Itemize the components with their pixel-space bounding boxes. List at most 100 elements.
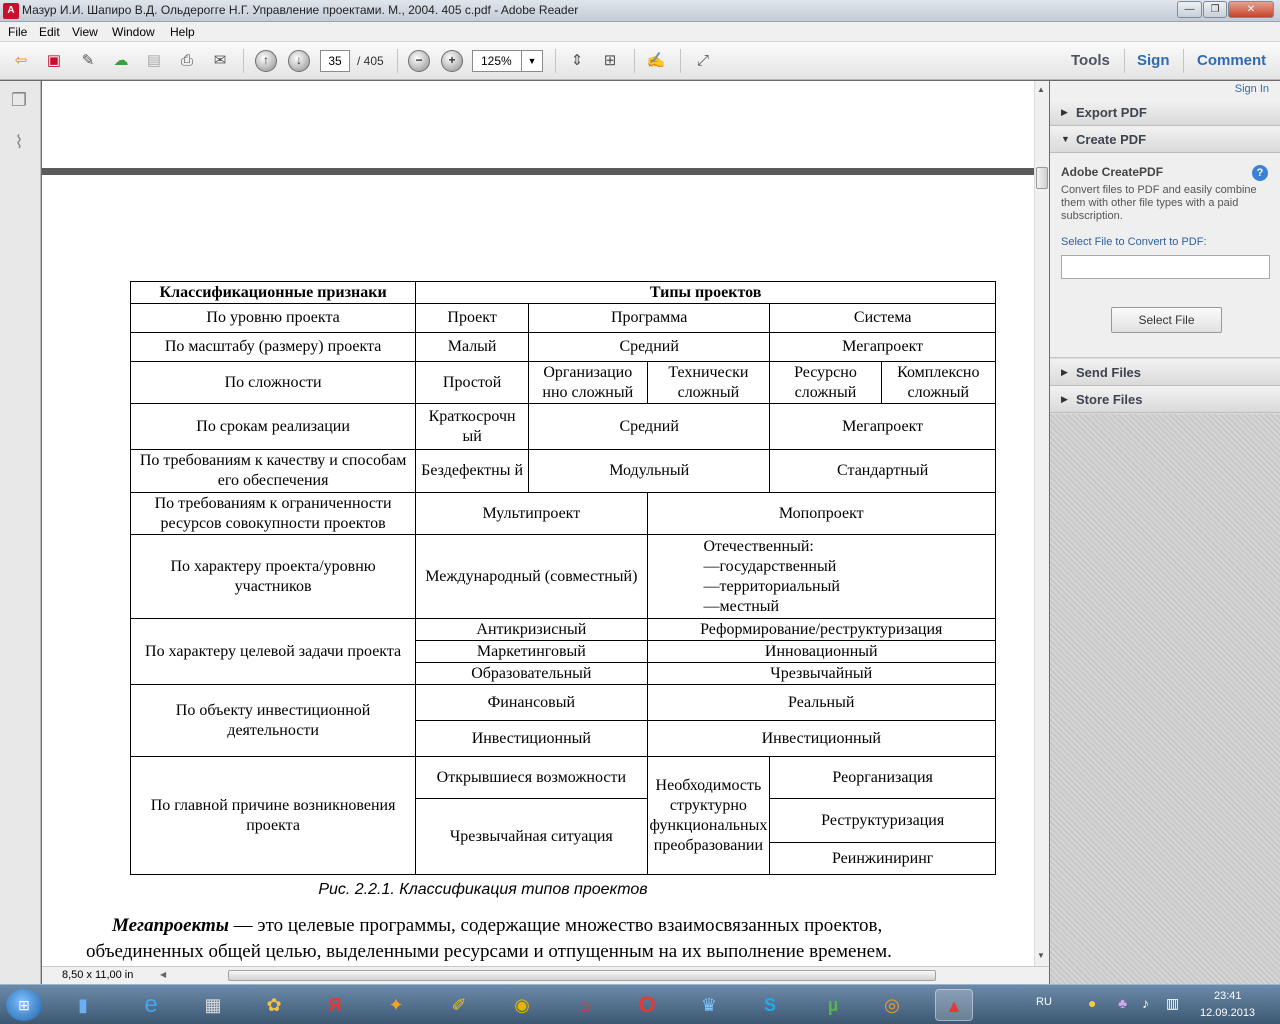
winamp-icon[interactable]: ✦ (377, 989, 415, 1021)
zoom-input[interactable]: 125% (472, 50, 522, 72)
document-view[interactable]: Классификационные признаки Типы проектов… (42, 81, 1034, 966)
upload-cloud-icon[interactable]: ☁ (110, 50, 132, 72)
table-cell: Модульный (528, 449, 771, 493)
crown-app-icon[interactable]: ♛ (690, 989, 728, 1021)
clock-date[interactable]: 12.09.2013 (1200, 1007, 1255, 1019)
horizontal-scrollbar-thumb[interactable] (228, 970, 936, 981)
send-files-section[interactable]: ▶ Send Files (1050, 359, 1280, 386)
home-app-icon[interactable]: ⌂ (566, 989, 604, 1021)
tools-pane: Sign In ▶ Export PDF ▼ Create PDF Adobe … (1050, 81, 1280, 984)
expand-icon: ▶ (1061, 394, 1068, 404)
section-label: Store Files (1076, 392, 1143, 407)
table-cell: Чрезвычайный (646, 662, 996, 685)
menu-help[interactable]: Help (170, 25, 195, 39)
opera-icon[interactable]: O (628, 989, 666, 1021)
next-page-icon[interactable]: ↓ (288, 50, 310, 72)
table-cell: По требованиям к качеству и способам его… (129, 449, 417, 493)
create-pdf-icon[interactable]: ▣ (43, 50, 65, 72)
utorrent-icon[interactable]: µ (814, 989, 852, 1021)
close-button[interactable]: ✕ (1228, 1, 1274, 18)
pencil-app-icon[interactable]: ✐ (440, 989, 478, 1021)
table-cell: Инвестиционный (646, 720, 996, 757)
scrollbar-thumb[interactable] (1036, 167, 1048, 189)
toolbar-divider (555, 49, 556, 73)
menu-bar: File Edit View Window Help (0, 22, 1280, 42)
email-icon[interactable]: ✉ (209, 50, 231, 72)
table-cell: По характеру целевой задачи проекта (129, 618, 417, 685)
table-cell: Образовательный (415, 662, 648, 685)
store-files-section[interactable]: ▶ Store Files (1050, 386, 1280, 413)
section-label: Create PDF (1076, 132, 1147, 147)
internet-explorer-icon[interactable]: e (132, 989, 170, 1021)
export-pdf-section[interactable]: ▶ Export PDF (1050, 99, 1280, 126)
table-cell: Средний (528, 403, 771, 450)
vertical-scrollbar[interactable]: ▲ ▼ (1034, 81, 1049, 966)
table-cell: Финансовый (415, 684, 648, 721)
page-number-input[interactable]: 35 (320, 50, 350, 72)
table-cell: По характеру проекта/уровню участников (129, 534, 417, 619)
skype-icon[interactable]: S (751, 989, 789, 1021)
status-bar: 8,50 x 11,00 in ◀ (42, 966, 1049, 984)
panel-background (1050, 414, 1280, 984)
toolbar-divider (634, 49, 635, 73)
table-cell: Реформирование/реструктуризация (646, 618, 996, 641)
scroll-down-icon[interactable]: ▼ (1037, 951, 1045, 960)
page-separator (42, 168, 1034, 175)
tools-button[interactable]: Tools (1071, 52, 1110, 69)
paint-icon[interactable]: ✿ (255, 989, 293, 1021)
volume-icon[interactable]: ♪ (1142, 995, 1149, 1011)
comment-button[interactable]: Comment (1197, 52, 1266, 69)
expand-icon: ▶ (1061, 107, 1068, 117)
toolbar-divider (1124, 49, 1125, 73)
media-app-icon[interactable]: ◎ (873, 989, 911, 1021)
maximize-button[interactable]: ❐ (1203, 1, 1227, 18)
edit-icon[interactable]: ✎ (77, 50, 99, 72)
table-cell: Реорганизация (769, 756, 996, 799)
scroll-up-icon[interactable]: ▲ (1037, 85, 1045, 94)
navigation-pane: ❐ ⌇ (0, 81, 41, 984)
clock-time[interactable]: 23:41 (1214, 990, 1242, 1002)
table-cell: По сложности (129, 361, 417, 404)
page-thumbnails-icon[interactable]: ❐ (8, 90, 30, 112)
table-cell: По срокам реализации (129, 403, 417, 450)
fit-page-icon[interactable]: ⊞ (599, 50, 621, 72)
select-file-button[interactable]: Select File (1111, 307, 1222, 333)
zoom-dropdown-icon[interactable]: ▼ (521, 50, 543, 72)
table-cell: Открывшиеся возможности (415, 756, 648, 799)
full-screen-icon[interactable]: ⤢ (692, 50, 714, 72)
open-icon[interactable]: ⇦ (10, 50, 32, 72)
sign-button[interactable]: Sign (1137, 52, 1170, 69)
scroll-left-icon[interactable]: ◀ (160, 970, 166, 979)
list-item: Отечественный: (703, 537, 814, 555)
menu-window[interactable]: Window (112, 25, 155, 39)
table-cell: Мегапроект (769, 403, 996, 450)
tray-app-icon[interactable]: ● (1088, 995, 1096, 1011)
calculator-icon[interactable]: ▦ (194, 989, 232, 1021)
toolbar-divider (1183, 49, 1184, 73)
minimize-button[interactable]: — (1177, 1, 1202, 18)
language-indicator[interactable]: RU (1036, 996, 1052, 1008)
explorer-icon[interactable]: ▮ (64, 989, 102, 1021)
create-pdf-section[interactable]: ▼ Create PDF (1050, 126, 1280, 153)
tray-app-icon[interactable]: ♣ (1118, 995, 1127, 1011)
yandex-icon[interactable]: Я (316, 989, 354, 1021)
previous-page-icon[interactable]: ↑ (255, 50, 277, 72)
adobe-reader-taskbar-icon[interactable]: ▲ (935, 989, 973, 1021)
menu-edit[interactable]: Edit (39, 25, 60, 39)
menu-file[interactable]: File (8, 25, 27, 39)
fit-width-icon[interactable]: ⇕ (566, 50, 588, 72)
file-path-input[interactable] (1061, 255, 1270, 279)
save-icon[interactable]: ▤ (143, 50, 165, 72)
sticky-note-icon[interactable]: ✍ (645, 50, 667, 72)
menu-view[interactable]: View (72, 25, 98, 39)
zoom-in-icon[interactable]: + (441, 50, 463, 72)
network-icon[interactable]: ▥ (1166, 995, 1179, 1012)
sign-in-link[interactable]: Sign In (1235, 83, 1269, 95)
chrome-icon[interactable]: ◉ (503, 989, 541, 1021)
start-button[interactable]: ⊞ (6, 989, 42, 1021)
zoom-out-icon[interactable]: − (408, 50, 430, 72)
table-cell: Проект (415, 303, 530, 333)
print-icon[interactable]: ⎙ (176, 50, 198, 72)
attachments-icon[interactable]: ⌇ (8, 132, 30, 154)
help-icon[interactable]: ? (1252, 165, 1268, 181)
